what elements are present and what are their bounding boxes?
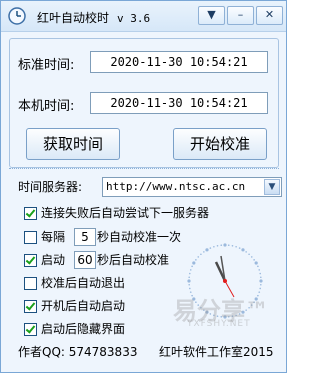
auto-exit-label: 校准后自动退出 bbox=[41, 276, 126, 290]
divider bbox=[9, 168, 279, 169]
hide-after-start-label: 启动后隐藏界面 bbox=[41, 322, 126, 336]
studio-credit: 红叶软件工作室2015 bbox=[159, 345, 274, 359]
hide-after-start-checkbox[interactable] bbox=[24, 323, 37, 336]
clock-tick bbox=[259, 272, 262, 275]
run-at-boot-checkbox[interactable] bbox=[24, 300, 37, 313]
clock-tick bbox=[188, 276, 190, 279]
standard-time-field: 2020-11-30 10:54:21 bbox=[90, 51, 268, 73]
on-start-prefix: 启动 bbox=[41, 253, 66, 267]
server-select[interactable]: http://www.ntsc.ac.cn ▼ bbox=[102, 177, 282, 197]
title-bar: 红叶自动校时 v 3.6 ▼ – ✕ bbox=[1, 1, 286, 32]
auto-next-server-checkbox[interactable] bbox=[24, 207, 37, 220]
run-at-boot-label: 开机后自动启动 bbox=[41, 299, 126, 313]
local-time-label: 本机时间: bbox=[18, 99, 75, 114]
window-title: 红叶自动校时 v 3.6 bbox=[37, 9, 150, 26]
clock-tick bbox=[188, 283, 190, 286]
author-qq: 作者QQ: 574783833 bbox=[18, 345, 138, 359]
clock-tick bbox=[227, 244, 230, 246]
clock-tick bbox=[231, 244, 234, 247]
watermark-url: YXFSHY.NET bbox=[187, 319, 251, 329]
clock-tick bbox=[260, 276, 262, 279]
clock-tick bbox=[213, 245, 215, 248]
start-sync-button[interactable]: 开始校准 bbox=[173, 128, 267, 160]
pin-button[interactable]: ▼ bbox=[198, 6, 225, 25]
clock-tick bbox=[253, 259, 255, 261]
chevron-down-icon[interactable]: ▼ bbox=[264, 179, 280, 195]
clock-tick bbox=[188, 272, 191, 275]
server-label: 时间服务器: bbox=[18, 180, 83, 194]
app-window: 红叶自动校时 v 3.6 ▼ – ✕ 标准时间: 2020-11-30 10:54… bbox=[0, 0, 287, 373]
clock-tick bbox=[191, 265, 193, 268]
fetch-time-button[interactable]: 获取时间 bbox=[26, 128, 120, 160]
clock-tick bbox=[238, 247, 241, 249]
clock-tick bbox=[187, 279, 191, 283]
clock-center bbox=[223, 279, 227, 283]
clock-tick bbox=[245, 251, 247, 253]
clock-tick bbox=[188, 287, 191, 290]
clock-tick bbox=[220, 244, 223, 246]
clock-tick bbox=[216, 244, 219, 247]
app-name: 红叶自动校时 bbox=[37, 11, 110, 25]
local-time-field: 2020-11-30 10:54:21 bbox=[90, 92, 268, 114]
clock-tick bbox=[200, 253, 202, 256]
clock-tick bbox=[259, 279, 263, 283]
clock-tick bbox=[209, 247, 212, 249]
clock-tick bbox=[254, 261, 258, 265]
clock-tick bbox=[257, 265, 259, 268]
clock-tick bbox=[250, 256, 253, 258]
on-start-checkbox[interactable] bbox=[24, 254, 37, 267]
minimize-button[interactable]: – bbox=[227, 6, 254, 25]
interval-suffix: 秒自动校准一次 bbox=[97, 230, 182, 244]
on-start-suffix: 秒后自动校准 bbox=[97, 253, 170, 267]
server-select-value: http://www.ntsc.ac.cn bbox=[106, 180, 246, 193]
clock-tick bbox=[248, 253, 250, 256]
clock-tick bbox=[241, 248, 245, 252]
interval-seconds-input[interactable]: 5 bbox=[74, 228, 96, 246]
clock-app-icon bbox=[8, 7, 26, 25]
clock-tick bbox=[260, 283, 262, 286]
clock-tick bbox=[258, 269, 261, 271]
clock-tick bbox=[192, 261, 196, 265]
clock-tick bbox=[205, 248, 209, 252]
auto-next-server-label: 连接失败后自动尝试下一服务器 bbox=[41, 206, 210, 220]
interval-checkbox[interactable] bbox=[24, 231, 37, 244]
clock-tick bbox=[203, 251, 205, 253]
on-start-seconds-input[interactable]: 60 bbox=[74, 251, 96, 269]
interval-prefix: 每隔 bbox=[41, 230, 66, 244]
clock-tick bbox=[223, 243, 227, 247]
clock-tick bbox=[197, 256, 200, 258]
standard-time-label: 标准时间: bbox=[18, 58, 75, 73]
auto-exit-checkbox[interactable] bbox=[24, 277, 37, 290]
app-version: v 3.6 bbox=[117, 12, 151, 25]
clock-tick bbox=[259, 287, 262, 290]
clock-tick bbox=[235, 245, 237, 248]
close-button[interactable]: ✕ bbox=[256, 6, 283, 25]
clock-tick bbox=[195, 259, 197, 261]
clock-tick bbox=[189, 269, 192, 271]
